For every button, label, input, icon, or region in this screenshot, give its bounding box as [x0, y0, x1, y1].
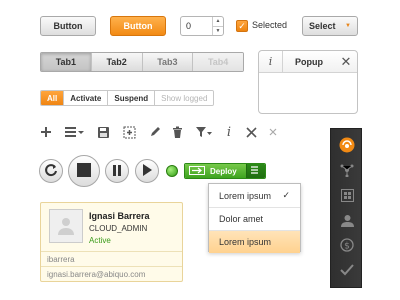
trash-icon[interactable]: [168, 123, 186, 141]
stop-button[interactable]: [68, 155, 100, 187]
stepper-value[interactable]: 0: [181, 17, 212, 35]
play-button[interactable]: [135, 159, 159, 183]
dropdown-menu: Lorem ipsum ✓ Dolor amet Lorem ipsum: [208, 183, 301, 253]
refresh-icon: [44, 163, 58, 179]
deploy-split-button: Deploy: [184, 163, 266, 179]
close-icon-toolbar[interactable]: [242, 123, 260, 141]
menu-item-label: Lorem ipsum: [219, 237, 272, 247]
user-email: ignasi.barrera@abiquo.com: [47, 270, 146, 279]
filter-icon[interactable]: [193, 123, 215, 141]
user-name: Ignasi Barrera: [89, 211, 150, 221]
info-icon-toolbar[interactable]: i: [220, 123, 238, 141]
menu-item[interactable]: Lorem ipsum ✓: [209, 184, 300, 207]
tab-bar: Tab1 Tab2 Tab3 Tab4: [40, 52, 244, 72]
add-box-icon[interactable]: [120, 123, 138, 141]
pause-icon: [112, 164, 122, 178]
logo-icon[interactable]: [331, 134, 363, 156]
avatar: [49, 209, 83, 243]
deploy-icon: [189, 165, 205, 177]
network-icon[interactable]: [331, 159, 363, 181]
checkbox-label: Selected: [252, 20, 288, 30]
users-icon[interactable]: [331, 209, 363, 231]
deploy-button[interactable]: Deploy: [185, 164, 246, 178]
tab-4: Tab4: [192, 53, 243, 71]
user-card[interactable]: Ignasi Barrera CLOUD_ADMIN Active ibarre…: [40, 202, 183, 282]
deploy-label: Deploy: [210, 166, 237, 176]
popup-title: Popup: [295, 56, 323, 67]
menu-item[interactable]: Dolor amet: [209, 207, 300, 230]
dollar-icon[interactable]: $: [331, 234, 363, 256]
button-primary[interactable]: Button: [110, 16, 166, 36]
menu-item-label: Lorem ipsum: [219, 190, 272, 201]
user-status: Active: [89, 236, 111, 245]
menu-item[interactable]: Lorem ipsum: [209, 230, 300, 253]
plus-icon[interactable]: [37, 123, 55, 141]
status-led: [166, 165, 178, 177]
svg-text:$: $: [344, 242, 350, 252]
grid-icon[interactable]: [331, 184, 363, 206]
save-icon[interactable]: [94, 123, 112, 141]
filter-all[interactable]: All: [41, 91, 64, 105]
list-icon[interactable]: [63, 123, 85, 141]
stepper-down-icon[interactable]: ▼: [213, 25, 223, 36]
deploy-menu-toggle[interactable]: [246, 164, 265, 178]
stepper-up-icon[interactable]: ▲: [213, 17, 223, 26]
tab-3[interactable]: Tab3: [141, 53, 193, 71]
refresh-button[interactable]: [39, 159, 63, 183]
close-small-icon[interactable]: [264, 123, 282, 141]
icon-sidebar: $: [330, 128, 362, 288]
user-placeholder-icon: [58, 218, 74, 235]
tab-1[interactable]: Tab1: [41, 53, 91, 71]
filter-show-logged[interactable]: Show logged: [154, 91, 214, 105]
pencil-icon[interactable]: [146, 123, 164, 141]
filter-segmented-control: All Activate Suspend Show logged: [40, 90, 215, 106]
tab-2[interactable]: Tab2: [90, 53, 142, 71]
user-role: CLOUD_ADMIN: [89, 224, 148, 233]
selected-checkbox[interactable]: ✓: [236, 20, 248, 32]
close-icon[interactable]: ✕: [335, 54, 357, 70]
info-icon[interactable]: i: [259, 51, 283, 72]
filter-suspend[interactable]: Suspend: [107, 91, 155, 105]
user-username: ibarrera: [47, 255, 75, 264]
menu-item-label: Dolor amet: [219, 214, 264, 224]
check-icon-sidebar[interactable]: [331, 259, 363, 281]
select-label: Select: [309, 21, 336, 31]
popup-window: i Popup ✕: [258, 50, 358, 114]
button-default[interactable]: Button: [40, 16, 96, 36]
filter-activate[interactable]: Activate: [63, 91, 108, 105]
select-dropdown[interactable]: Select ▼: [302, 16, 358, 36]
stop-icon: [77, 163, 91, 179]
play-icon: [142, 164, 152, 178]
menu-list-icon: [251, 166, 261, 176]
check-icon: ✓: [282, 190, 290, 200]
chevron-down-icon: ▼: [345, 23, 351, 29]
pause-button[interactable]: [105, 159, 129, 183]
number-stepper[interactable]: 0 ▲ ▼: [180, 16, 224, 36]
